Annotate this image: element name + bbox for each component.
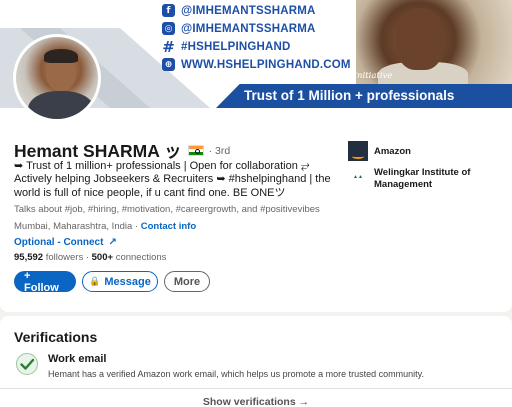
work-email-title: Work email xyxy=(48,353,107,365)
verified-check-icon xyxy=(16,353,38,375)
banner-social-instagram: ◎ @IMHEMANTSSHARMA xyxy=(162,20,351,37)
connections-count[interactable]: 500+ xyxy=(92,252,113,263)
banner-social-text: WWW.HSHELPINGHAND.COM xyxy=(181,58,351,71)
followers-label[interactable]: followers · xyxy=(46,252,89,263)
banner-social-text: @IMHEMANTSSHARMA xyxy=(181,22,316,35)
contact-info-link[interactable]: Contact info xyxy=(141,221,196,232)
org-name[interactable]: Amazon xyxy=(374,146,494,158)
verifications-section: Verifications Work email Hemant has a ve… xyxy=(0,316,512,407)
lock-icon: 🔒 xyxy=(89,276,101,286)
profile-card: f @IMHEMANTSSHARMA ◎ @IMHEMANTSSHARMA # … xyxy=(0,0,512,312)
banner-social-facebook: f @IMHEMANTSSHARMA xyxy=(162,2,351,19)
globe-icon: ⊕ xyxy=(162,58,175,71)
india-flag-icon xyxy=(187,145,204,156)
external-link-icon: ↗ xyxy=(108,237,117,248)
work-email-description: Hemant has a verified Amazon work email,… xyxy=(48,369,424,379)
banner-photo-face xyxy=(396,8,444,70)
message-button-label[interactable]: Message xyxy=(104,276,150,288)
show-verifications-link[interactable]: Show verifications → xyxy=(0,396,512,407)
avatar-hair xyxy=(44,49,78,63)
amazon-logo-icon xyxy=(348,141,368,161)
org-welingkar[interactable]: ▲▲ Welingkar Institute of Management xyxy=(348,167,494,190)
profile-location-row: Mumbai, Maharashtra, India · Contact inf… xyxy=(14,221,196,232)
banner-strip-text: Trust of 1 Million + professionals xyxy=(244,88,455,103)
optional-connect-text[interactable]: Optional - Connect xyxy=(14,237,103,248)
profile-headline: ➥ Trust of 1 million+ professionals | Op… xyxy=(14,160,331,199)
banner-signature: The Hemant Sharma initiative xyxy=(262,71,393,81)
message-button[interactable]: 🔒 Message xyxy=(82,271,158,292)
org-amazon[interactable]: Amazon xyxy=(348,141,494,161)
profile-location: Mumbai, Maharashtra, India · xyxy=(14,221,139,232)
hashtag-icon: # xyxy=(162,37,175,56)
facebook-icon: f xyxy=(162,4,175,17)
followers-count[interactable]: 95,592 xyxy=(14,252,43,263)
org-name[interactable]: Welingkar Institute of Management xyxy=(374,167,494,190)
optional-connect-link[interactable]: Optional - Connect ↗ xyxy=(14,237,117,248)
connections-label[interactable]: connections xyxy=(116,252,167,263)
more-button[interactable]: More xyxy=(164,271,210,292)
banner-social-hashtag: # #HSHELPINGHAND xyxy=(162,37,351,56)
welingkar-logo-icon: ▲▲ xyxy=(348,167,368,187)
instagram-icon: ◎ xyxy=(162,22,175,35)
divider xyxy=(0,388,512,389)
follow-button[interactable]: + Follow xyxy=(14,270,76,294)
banner-social-text: @IMHEMANTSSHARMA xyxy=(181,4,316,17)
profile-talks-about: Talks about #job, #hiring, #motivation, … xyxy=(14,204,320,215)
verifications-title: Verifications xyxy=(14,329,98,345)
connection-degree: · 3rd xyxy=(208,144,231,157)
profile-avatar[interactable] xyxy=(13,34,101,122)
profile-actions: + Follow 🔒 Message More xyxy=(14,270,210,294)
banner-social-text: #HSHELPINGHAND xyxy=(181,40,291,53)
profile-stats: 95,592 followers · 500+ connections xyxy=(14,252,166,263)
avatar-body xyxy=(28,91,94,119)
banner-social-list: f @IMHEMANTSSHARMA ◎ @IMHEMANTSSHARMA # … xyxy=(162,2,351,74)
